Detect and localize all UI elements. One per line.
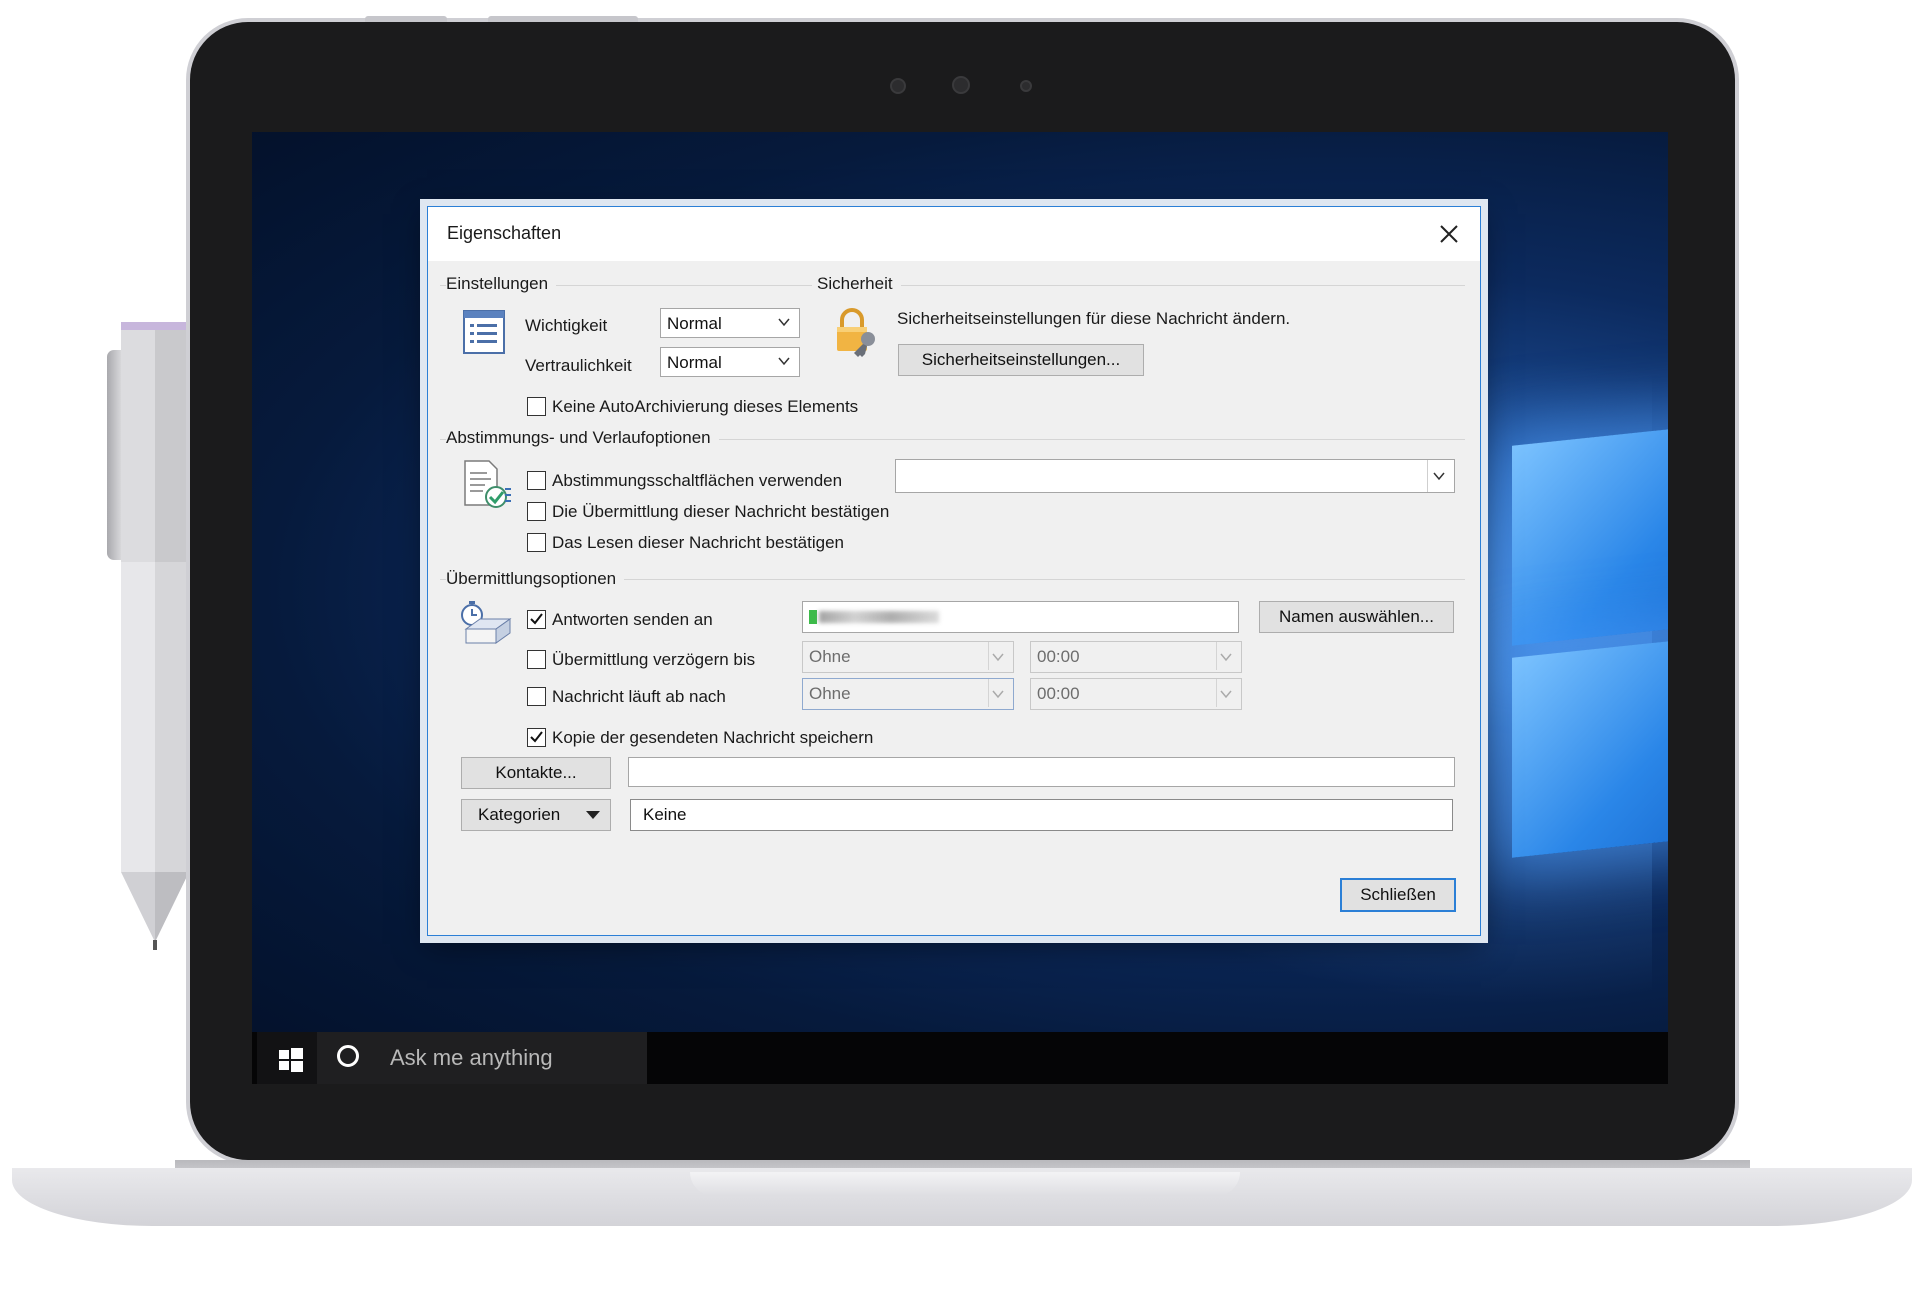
categories-value: Keine: [643, 805, 687, 824]
reply-to-label: Antworten senden an: [552, 610, 713, 629]
expires-label: Nachricht läuft ab nach: [552, 687, 726, 706]
wichtigkeit-select[interactable]: Normal: [660, 308, 800, 338]
chevron-down-icon: [992, 653, 1004, 662]
camera-sensor: [890, 78, 906, 94]
delivery-receipt-checkbox[interactable]: [527, 502, 546, 521]
dialog-title: Eigenschaften: [447, 223, 562, 243]
chevron-down-icon: [1220, 653, 1232, 662]
autoarchive-checkbox[interactable]: [527, 397, 546, 416]
chevron-down-icon: [1220, 690, 1232, 699]
presence-indicator-icon: [809, 610, 817, 624]
security-settings-button[interactable]: Sicherheitseinstellungen...: [898, 344, 1144, 376]
start-button[interactable]: [257, 1032, 317, 1084]
expires-date-select[interactable]: Ohne: [802, 678, 1014, 710]
chevron-down-icon: [778, 357, 790, 366]
section-sicherheit: Sicherheit: [817, 274, 901, 294]
dropdown-triangle-icon: [586, 811, 600, 819]
categories-input[interactable]: Keine: [630, 799, 1453, 831]
save-copy-label: Kopie der gesendeten Nachricht speichern: [552, 728, 874, 747]
chevron-down-icon: [778, 318, 790, 327]
read-receipt-checkbox[interactable]: [527, 533, 546, 552]
section-uebermittlung: Übermittlungsoptionen: [446, 569, 625, 589]
expires-date-value: Ohne: [809, 684, 851, 703]
taskbar: Ask me anything: [252, 1032, 1668, 1084]
close-icon[interactable]: [1432, 217, 1466, 251]
security-description: Sicherheitseinstellungen für diese Nachr…: [897, 309, 1291, 328]
delay-time-select[interactable]: 00:00: [1030, 641, 1242, 673]
reply-to-input[interactable]: [802, 601, 1239, 633]
tracking-document-icon: [464, 460, 511, 508]
close-dialog-button[interactable]: Schließen: [1340, 878, 1456, 912]
pen-clip: [107, 350, 121, 560]
redacted-recipient: [819, 611, 939, 623]
device-button: [365, 16, 447, 22]
section-einstellungen: Einstellungen: [446, 274, 557, 294]
save-copy-checkbox[interactable]: [527, 728, 546, 747]
cortana-ring-icon: [337, 1045, 359, 1067]
categories-button[interactable]: Kategorien: [461, 799, 611, 831]
expires-time-select[interactable]: 00:00: [1030, 678, 1242, 710]
chevron-down-icon: [1433, 472, 1445, 481]
reply-to-checkbox[interactable]: [527, 610, 546, 629]
contacts-input[interactable]: [628, 757, 1455, 787]
wichtigkeit-value: Normal: [667, 314, 722, 333]
expires-checkbox[interactable]: [527, 687, 546, 706]
dialog-titlebar: Eigenschaften: [428, 207, 1480, 261]
expires-time-value: 00:00: [1037, 684, 1080, 703]
read-receipt-label: Das Lesen dieser Nachricht bestätigen: [552, 533, 844, 552]
select-names-button[interactable]: Namen auswählen...: [1259, 601, 1454, 633]
camera-lens: [952, 76, 970, 94]
voting-buttons-label: Abstimmungsschaltflächen verwenden: [552, 471, 843, 490]
contacts-button[interactable]: Kontakte...: [461, 757, 611, 789]
voting-buttons-select[interactable]: [895, 459, 1455, 493]
delivery-receipt-label: Die Übermittlung dieser Nachricht bestät…: [552, 502, 890, 521]
autoarchive-label: Keine AutoArchivierung dieses Elements: [552, 397, 859, 416]
delivery-clock-icon: [461, 601, 512, 644]
vertraulichkeit-select[interactable]: Normal: [660, 347, 800, 377]
laptop-notch: [690, 1172, 1240, 1196]
stylus-pen: [121, 322, 189, 950]
vertraulichkeit-label: Vertraulichkeit: [525, 356, 632, 375]
wichtigkeit-label: Wichtigkeit: [525, 316, 608, 335]
delay-date-select[interactable]: Ohne: [802, 641, 1014, 673]
voting-buttons-checkbox[interactable]: [527, 471, 546, 490]
vertraulichkeit-value: Normal: [667, 353, 722, 372]
device-button: [488, 16, 638, 22]
camera-light: [1020, 80, 1032, 92]
search-placeholder: Ask me anything: [390, 1045, 553, 1070]
properties-dialog: Eigenschaften Einstellungen Wichtigkeit …: [427, 206, 1481, 936]
delay-delivery-label: Übermittlung verzögern bis: [552, 650, 756, 669]
section-abstimmung: Abstimmungs- und Verlaufoptionen: [446, 428, 719, 448]
windows-logo-icon: [279, 1048, 303, 1072]
categories-button-label: Kategorien: [478, 805, 561, 824]
delay-delivery-checkbox[interactable]: [527, 650, 546, 669]
padlock-key-icon: [837, 308, 875, 357]
delay-date-value: Ohne: [809, 647, 851, 666]
settings-list-icon: [463, 310, 505, 354]
delay-time-value: 00:00: [1037, 647, 1080, 666]
chevron-down-icon: [992, 690, 1004, 699]
cortana-search-box[interactable]: Ask me anything: [317, 1032, 647, 1084]
